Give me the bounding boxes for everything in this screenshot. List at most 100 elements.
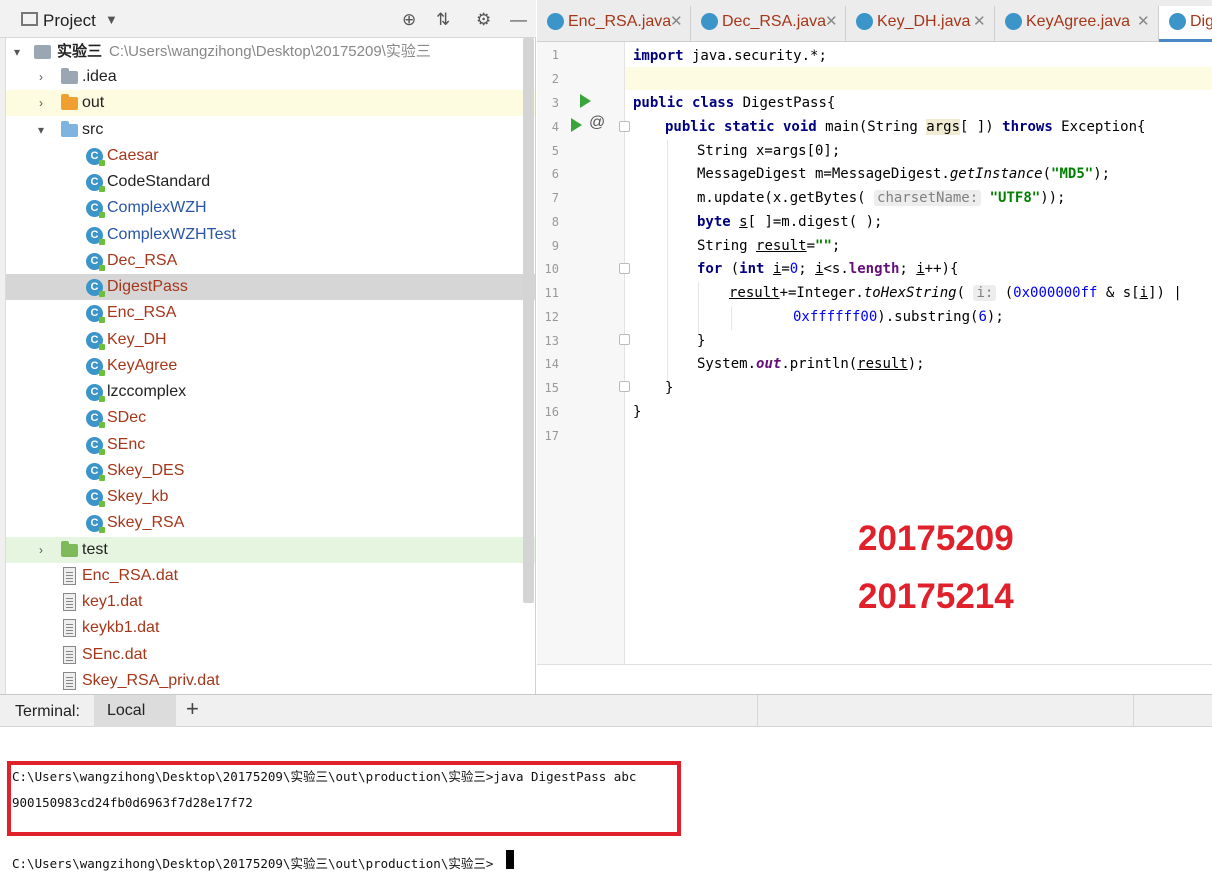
code-line[interactable]: m.update(x.getBytes( charsetName: "UTF8"…: [697, 188, 1065, 208]
class-icon: C: [86, 148, 105, 166]
expand-arrow-icon[interactable]: ›: [34, 64, 48, 90]
tree-item-file[interactable]: SEnc.dat: [6, 642, 535, 668]
tree-item-class[interactable]: C Enc_RSA: [6, 300, 535, 326]
tree-item-class[interactable]: C Skey_DES: [6, 458, 535, 484]
run-main-icon[interactable]: [571, 118, 582, 132]
fold-icon[interactable]: [619, 263, 630, 274]
tab-label: Key_DH.java: [877, 13, 971, 30]
tree-item-class[interactable]: C SEnc: [6, 432, 535, 458]
tree-item-class[interactable]: C CodeStandard: [6, 169, 535, 195]
settings-gear-icon[interactable]: ⚙: [476, 10, 491, 30]
project-title[interactable]: Project: [43, 11, 96, 31]
tree-item-label: Skey_RSA: [107, 514, 185, 531]
close-icon[interactable]: ✕: [825, 6, 838, 38]
tree-item-class[interactable]: C Skey_RSA: [6, 510, 535, 536]
editor-gutter: [537, 42, 625, 664]
tree-item-file[interactable]: Skey_RSA_priv.dat: [6, 668, 535, 694]
code-line[interactable]: byte s[ ]=m.digest( );: [697, 212, 882, 232]
class-icon: C: [86, 200, 105, 218]
tree-item-file[interactable]: key1.dat: [6, 589, 535, 615]
line-number: 10: [544, 262, 559, 276]
line-number: 2: [551, 72, 559, 86]
tree-item-label: SDec: [107, 409, 147, 426]
close-icon[interactable]: ✕: [670, 6, 683, 38]
line-number: 9: [551, 239, 559, 253]
project-view-icon: [21, 12, 38, 26]
tree-item-test[interactable]: › test: [6, 537, 535, 563]
fold-icon[interactable]: [619, 121, 630, 132]
tree-item-label: lzccomplex: [107, 383, 187, 400]
dropdown-icon[interactable]: ▼: [105, 12, 118, 27]
minimize-icon[interactable]: —: [510, 10, 527, 30]
tree-item-class[interactable]: C Dec_RSA: [6, 248, 535, 274]
root-name: 实验三: [57, 43, 103, 60]
run-class-icon[interactable]: [580, 94, 591, 108]
tree-item-label: .idea: [82, 68, 117, 85]
class-icon: [1169, 13, 1186, 30]
expand-arrow-icon[interactable]: ›: [34, 90, 48, 116]
class-icon: C: [86, 489, 105, 507]
tree-item-class-selected[interactable]: C DigestPass: [6, 274, 535, 300]
tree-item-file[interactable]: Enc_RSA.dat: [6, 563, 535, 589]
tree-item-label: out: [82, 94, 105, 111]
code-line[interactable]: }: [633, 402, 641, 422]
scrollbar-thumb[interactable]: [523, 38, 534, 603]
tab-key-dh[interactable]: Key_DH.java ✕: [846, 6, 995, 42]
highlight-box: [7, 761, 681, 836]
tree-item-class[interactable]: C Caesar: [6, 143, 535, 169]
tree-item-class[interactable]: C Key_DH: [6, 327, 535, 353]
tree-root[interactable]: ▾ 实验三 C:\Users\wangzihong\Desktop\201752…: [6, 39, 535, 65]
tree-item-label: SEnc: [107, 436, 146, 453]
tab-enc-rsa[interactable]: Enc_RSA.java ✕: [537, 6, 691, 42]
code-line[interactable]: String x=args[0];: [697, 141, 840, 161]
expand-arrow-icon[interactable]: ▾: [34, 117, 48, 143]
code-line[interactable]: }: [665, 378, 673, 398]
indent-guide: [731, 306, 732, 330]
locate-icon[interactable]: ⊕: [402, 10, 416, 30]
folder-icon: [61, 121, 78, 137]
class-icon: [547, 13, 564, 30]
tab-digestpass[interactable]: Dig: [1159, 6, 1212, 42]
tab-keyagree[interactable]: KeyAgree.java ✕: [995, 6, 1159, 42]
close-icon[interactable]: ✕: [1137, 6, 1150, 38]
tree-item-out[interactable]: › out: [6, 90, 535, 116]
terminal-toolbar: Terminal: Local +: [0, 694, 1212, 727]
tree-item-label: Dec_RSA: [107, 252, 178, 269]
tree-item-class[interactable]: C Skey_kb: [6, 484, 535, 510]
collapse-icon[interactable]: ⇅: [436, 10, 450, 30]
tree-item-class[interactable]: C SDec: [6, 405, 535, 431]
tree-item-file[interactable]: keykb1.dat: [6, 615, 535, 641]
tree-item-idea[interactable]: › .idea: [6, 64, 535, 90]
tree-item-class[interactable]: Clzccomplex: [6, 379, 535, 405]
expand-arrow-icon[interactable]: ›: [34, 537, 48, 563]
code-line[interactable]: }: [697, 331, 705, 351]
code-line[interactable]: for (int i=0; i<s.length; i++){: [697, 259, 958, 279]
code-line[interactable]: result+=Integer.toHexString( i: (0x00000…: [729, 283, 1182, 303]
file-icon: [63, 593, 76, 611]
line-number: 16: [544, 405, 559, 419]
close-icon[interactable]: ✕: [973, 6, 986, 38]
expand-arrow-icon[interactable]: ▾: [10, 39, 24, 65]
code-line[interactable]: public static void main(String args[ ]) …: [665, 117, 1145, 137]
tree-item-src[interactable]: ▾ src: [6, 117, 535, 143]
code-line[interactable]: String result="";: [697, 236, 840, 256]
terminal-tab-local[interactable]: Local: [94, 695, 176, 727]
code-line[interactable]: import java.security.*;: [633, 46, 827, 66]
code-line[interactable]: public class DigestPass{: [633, 93, 835, 113]
tab-dec-rsa[interactable]: Dec_RSA.java ✕: [691, 6, 846, 42]
fold-icon[interactable]: [619, 381, 630, 392]
tree-item-class[interactable]: C ComplexWZHTest: [6, 222, 535, 248]
add-terminal-icon[interactable]: +: [186, 696, 199, 722]
file-icon: [63, 646, 76, 664]
code-line[interactable]: 0xffffff00).substring(6);: [793, 307, 1004, 327]
code-line[interactable]: MessageDigest m=MessageDigest.getInstanc…: [697, 164, 1110, 184]
class-icon: C: [86, 358, 105, 376]
tab-label: Enc_RSA.java: [568, 13, 672, 30]
fold-icon[interactable]: [619, 334, 630, 345]
annotation-at-icon: @: [589, 114, 606, 131]
line-number: 13: [544, 334, 559, 348]
terminal-prompt[interactable]: C:\Users\wangzihong\Desktop\20175209\实验三…: [12, 853, 493, 872]
code-line[interactable]: System.out.println(result);: [697, 354, 925, 374]
tree-item-class[interactable]: C ComplexWZH: [6, 195, 535, 221]
tree-item-class[interactable]: C KeyAgree: [6, 353, 535, 379]
